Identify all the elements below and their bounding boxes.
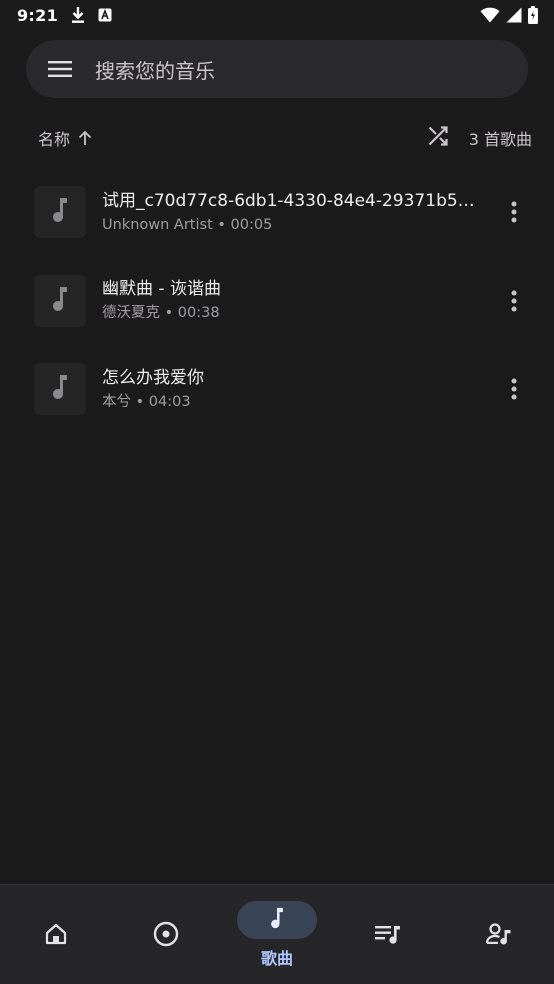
signal-icon: [506, 7, 522, 23]
shuffle-icon[interactable]: [427, 125, 449, 151]
song-title: 怎么办我爱你: [102, 367, 204, 388]
music-note-icon: [51, 286, 69, 316]
artist-icon[interactable]: [485, 922, 512, 950]
sort-row: 名称 3 首歌曲: [0, 118, 554, 158]
music-note-icon[interactable]: [269, 907, 285, 933]
download-icon: [70, 6, 86, 24]
nav-songs[interactable]: 歌曲: [222, 885, 332, 984]
album-icon[interactable]: [153, 921, 179, 951]
song-subtitle: 德沃夏克 • 00:38: [102, 305, 220, 322]
song-thumbnail: [34, 363, 86, 416]
more-options-icon[interactable]: [502, 289, 526, 313]
song-title: 幽默曲 - 诙谐曲: [102, 279, 221, 300]
music-note-icon: [51, 374, 69, 404]
arrow-up-icon[interactable]: [78, 130, 92, 146]
more-options-icon[interactable]: [502, 200, 526, 224]
song-subtitle: Unknown Artist • 00:05: [102, 216, 273, 233]
nav-playlists[interactable]: [333, 885, 443, 984]
status-bar: 9:21: [0, 0, 554, 30]
song-thumbnail: [34, 186, 86, 239]
status-time: 9:21: [17, 5, 58, 25]
music-note-icon: [51, 197, 69, 227]
search-placeholder[interactable]: 搜索您的音乐: [95, 55, 215, 84]
song-item[interactable]: 幽默曲 - 诙谐曲 德沃夏克 • 00:38: [0, 257, 554, 346]
sort-label[interactable]: 名称: [38, 126, 70, 150]
song-item[interactable]: 试用_c70d77c8-6db1-4330-84e4-29371b59... U…: [0, 168, 554, 257]
menu-icon[interactable]: [48, 57, 72, 81]
search-bar[interactable]: 搜索您的音乐: [26, 40, 528, 98]
song-list: 试用_c70d77c8-6db1-4330-84e4-29371b59... U…: [0, 168, 554, 434]
nav-albums[interactable]: [111, 885, 221, 984]
nav-active-indicator[interactable]: [237, 901, 317, 939]
nav-artists[interactable]: [444, 885, 554, 984]
playlist-icon[interactable]: [375, 923, 401, 949]
nav-home[interactable]: [1, 885, 111, 984]
battery-icon: [528, 6, 538, 24]
home-icon[interactable]: [45, 923, 67, 949]
wifi-icon: [480, 7, 500, 23]
song-count: 3 首歌曲: [468, 130, 532, 149]
song-subtitle: 本兮 • 04:03: [102, 393, 191, 410]
song-title: 试用_c70d77c8-6db1-4330-84e4-29371b59...: [102, 190, 477, 211]
song-item[interactable]: 怎么办我爱你 本兮 • 04:03: [0, 345, 554, 434]
song-thumbnail: [34, 274, 86, 327]
more-options-icon[interactable]: [502, 377, 526, 401]
nav-songs-label[interactable]: 歌曲: [261, 945, 293, 969]
bottom-navigation: 歌曲: [0, 884, 554, 984]
app-notification-icon: [98, 8, 112, 22]
